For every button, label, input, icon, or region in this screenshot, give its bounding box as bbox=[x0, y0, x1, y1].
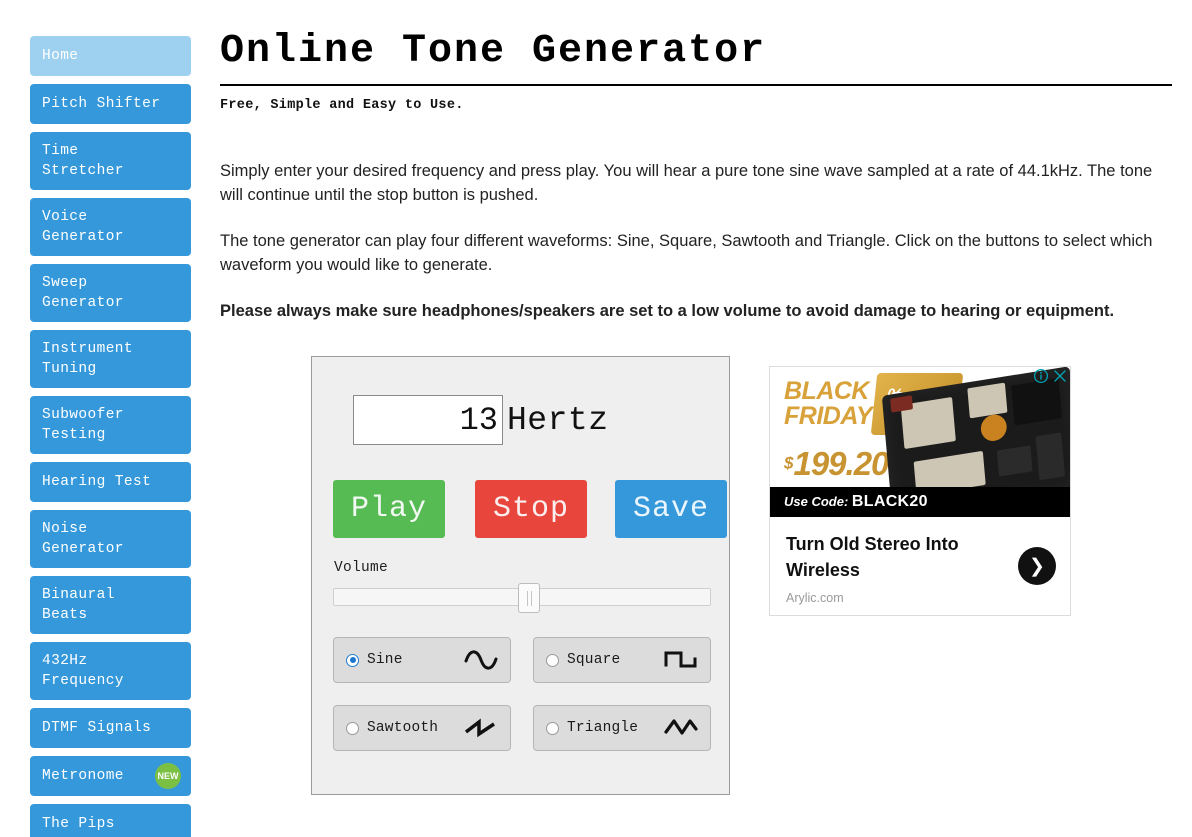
waveform-option-triangle[interactable]: Triangle bbox=[533, 705, 711, 751]
sidebar-item-432hz-frequency[interactable]: 432Hz Frequency bbox=[30, 642, 191, 700]
radio-triangle[interactable] bbox=[546, 721, 559, 735]
waveform-label: Sine bbox=[367, 652, 403, 668]
sidebar-item-label: Voice Generator bbox=[42, 209, 124, 245]
waveform-option-sine[interactable]: Sine bbox=[333, 637, 511, 683]
sidebar-item-label: Pitch Shifter bbox=[42, 96, 161, 112]
square-wave-icon bbox=[664, 647, 698, 673]
waveform-option-sawtooth[interactable]: Sawtooth bbox=[333, 705, 511, 751]
sawtooth-wave-icon bbox=[464, 715, 498, 741]
save-button[interactable]: Save bbox=[615, 480, 728, 538]
hertz-label: Hertz bbox=[507, 401, 609, 439]
ad-creative-image: BLACK FRIDAY 20% OFF $199.20$249.00 Use … bbox=[770, 367, 1070, 517]
ad-promo-block: BLACK FRIDAY 20% OFF $199.20$249.00 bbox=[770, 367, 1070, 517]
warning-paragraph: Please always make sure headphones/speak… bbox=[220, 302, 1115, 320]
sidebar-item-hearing-test[interactable]: Hearing Test bbox=[30, 462, 191, 502]
page-title: Online Tone Generator bbox=[220, 29, 767, 74]
sidebar-item-label: Time Stretcher bbox=[42, 143, 124, 179]
sidebar-item-instrument-tuning[interactable]: Instrument Tuning bbox=[30, 330, 191, 388]
sine-wave-icon bbox=[464, 647, 498, 673]
tone-generator-panel: Hertz Play Stop Save Volume Sine bbox=[311, 356, 730, 795]
frequency-row: Hertz bbox=[353, 395, 609, 445]
stop-button[interactable]: Stop bbox=[475, 480, 588, 538]
sidebar-item-label: Sweep Generator bbox=[42, 275, 124, 311]
waveform-label: Square bbox=[567, 652, 621, 668]
play-button[interactable]: Play bbox=[333, 480, 446, 538]
ad-body: Turn Old Stereo Into Wireless Arylic.com… bbox=[770, 517, 1070, 615]
page-subtitle: Free, Simple and Easy to Use. bbox=[220, 98, 464, 113]
sidebar-item-metronome[interactable]: Metronome NEW bbox=[30, 756, 191, 796]
sidebar-item-noise-generator[interactable]: Noise Generator bbox=[30, 510, 191, 568]
ad-code-prefix: Use Code: bbox=[784, 494, 849, 509]
sidebar-item-pitch-shifter[interactable]: Pitch Shifter bbox=[30, 84, 191, 124]
new-badge: NEW bbox=[155, 763, 181, 789]
sidebar-nav: Home Pitch Shifter Time Stretcher Voice … bbox=[30, 36, 191, 837]
sidebar-item-label: Hearing Test bbox=[42, 474, 152, 490]
ad-price-value: 199.20 bbox=[793, 445, 889, 482]
chevron-right-icon[interactable]: ❯ bbox=[1018, 547, 1056, 585]
sidebar-item-the-pips[interactable]: The Pips bbox=[30, 804, 191, 837]
sidebar-item-voice-generator[interactable]: Voice Generator bbox=[30, 198, 191, 256]
volume-slider[interactable] bbox=[333, 583, 711, 613]
sidebar-item-subwoofer-testing[interactable]: Subwoofer Testing bbox=[30, 396, 191, 454]
sidebar-item-label: Home bbox=[42, 48, 79, 64]
ad-promo-code: Use Code: BLACK20 bbox=[770, 487, 1070, 517]
volume-slider-thumb[interactable] bbox=[518, 583, 541, 613]
radio-sawtooth[interactable] bbox=[346, 721, 359, 735]
waveform-paragraph: The tone generator can play four differe… bbox=[220, 232, 1153, 274]
transport-controls: Play Stop Save bbox=[333, 480, 728, 538]
sidebar-item-label: Binaural Beats bbox=[42, 587, 115, 623]
sidebar-item-label: 432Hz Frequency bbox=[42, 653, 124, 689]
volume-label: Volume bbox=[334, 560, 389, 576]
ad-info-icon[interactable] bbox=[1033, 368, 1049, 384]
ad-banner-line1: BLACK bbox=[784, 377, 870, 405]
radio-sine[interactable] bbox=[346, 653, 359, 667]
triangle-wave-icon bbox=[664, 715, 698, 741]
intro-paragraph: Simply enter your desired frequency and … bbox=[220, 162, 1153, 204]
sidebar-item-label: Noise Generator bbox=[42, 521, 124, 557]
waveform-selector: Sine Square Sawtooth Triangle bbox=[333, 637, 711, 751]
sidebar-item-label: DTMF Signals bbox=[42, 720, 152, 736]
ad-headline: Turn Old Stereo Into Wireless bbox=[786, 534, 959, 580]
sidebar-item-dtmf-signals[interactable]: DTMF Signals bbox=[30, 708, 191, 748]
sidebar-item-label: Instrument Tuning bbox=[42, 341, 134, 377]
tone-generator-page: Home Pitch Shifter Time Stretcher Voice … bbox=[0, 0, 1192, 837]
ad-code-value: BLACK20 bbox=[851, 493, 928, 510]
advertisement[interactable]: BLACK FRIDAY 20% OFF $199.20$249.00 Use … bbox=[769, 366, 1071, 616]
sidebar-item-binaural-beats[interactable]: Binaural Beats bbox=[30, 576, 191, 634]
sidebar-item-label: Subwoofer Testing bbox=[42, 407, 124, 443]
waveform-label: Sawtooth bbox=[367, 720, 439, 736]
sidebar-item-label: The Pips bbox=[42, 816, 115, 832]
frequency-input[interactable] bbox=[353, 395, 503, 445]
radio-square[interactable] bbox=[546, 653, 559, 667]
sidebar-item-home[interactable]: Home bbox=[30, 36, 191, 76]
title-divider bbox=[220, 84, 1172, 86]
waveform-label: Triangle bbox=[567, 720, 639, 736]
main-content: Online Tone Generator Free, Simple and E… bbox=[220, 0, 1175, 323]
sidebar-item-sweep-generator[interactable]: Sweep Generator bbox=[30, 264, 191, 322]
ad-banner-line2: FRIDAY bbox=[784, 402, 873, 430]
ad-banner-text: BLACK FRIDAY bbox=[784, 377, 873, 430]
sidebar-item-time-stretcher[interactable]: Time Stretcher bbox=[30, 132, 191, 190]
ad-advertiser-domain: Arylic.com bbox=[786, 591, 844, 605]
ad-controls bbox=[1033, 368, 1068, 384]
ad-close-icon[interactable] bbox=[1052, 368, 1068, 384]
waveform-option-square[interactable]: Square bbox=[533, 637, 711, 683]
